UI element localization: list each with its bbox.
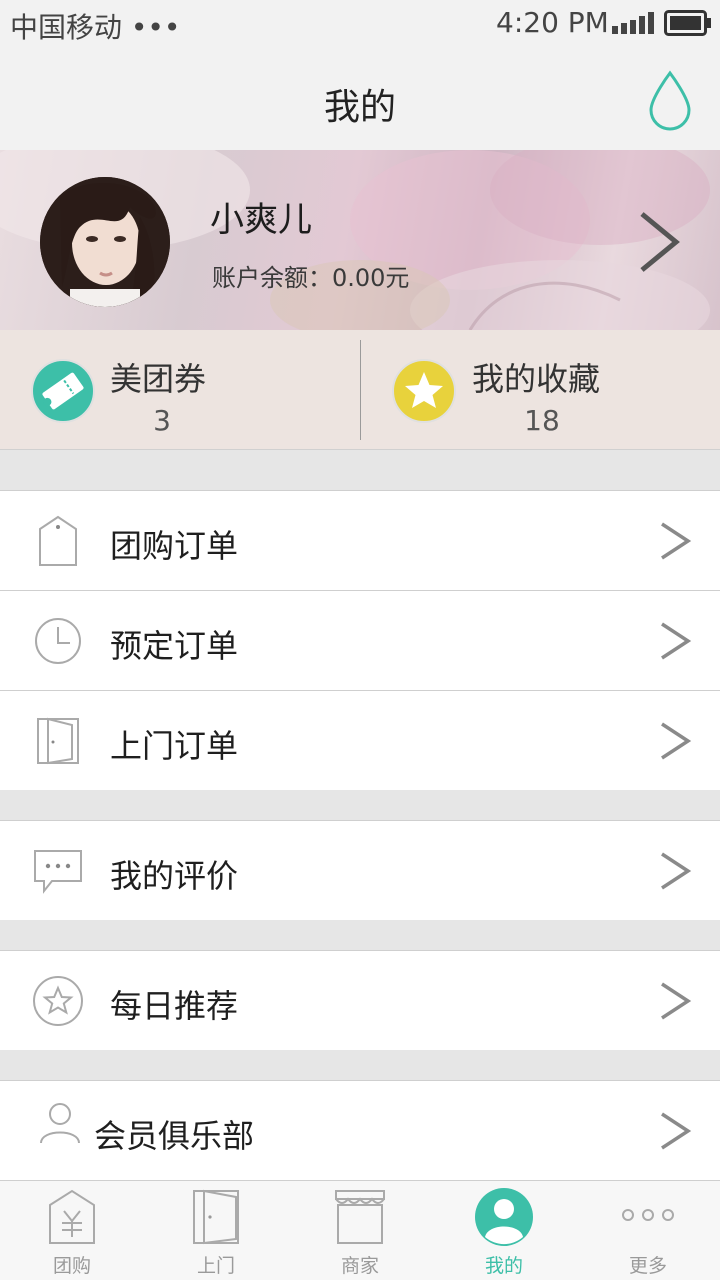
coupon-entry[interactable]: 美团券 3	[0, 330, 360, 450]
avatar-portrait	[40, 177, 170, 307]
row-label: 我的评价	[110, 857, 239, 895]
tab-label: 商家	[340, 1255, 379, 1277]
row-label: 每日推荐	[110, 987, 239, 1025]
ticket-icon	[31, 359, 95, 423]
water-drop-icon[interactable]	[646, 70, 694, 132]
user-name: 小爽儿	[210, 200, 312, 240]
door-icon	[193, 1189, 239, 1245]
row-label: 上门订单	[110, 727, 239, 765]
clock-icon	[35, 618, 81, 664]
chevron-right-icon	[661, 722, 692, 760]
profile-header[interactable]: 小爽儿 账户余额：0.00元	[0, 150, 720, 330]
page-title: 我的	[323, 87, 396, 128]
favorites-entry[interactable]: 我的收藏 18	[361, 330, 720, 450]
account-balance: 账户余额：0.00元	[212, 264, 410, 292]
tag-icon	[39, 515, 77, 566]
comment-icon	[34, 850, 82, 894]
user-icon	[475, 1188, 533, 1246]
tab-label: 上门	[196, 1255, 235, 1277]
chevron-right-icon	[661, 852, 692, 890]
tab-mine[interactable]: 我的	[432, 1181, 576, 1280]
row-label: 预定订单	[110, 627, 239, 665]
chevron-right-icon	[661, 522, 692, 560]
favorites-label: 我的收藏	[472, 360, 601, 398]
tab-group-buy[interactable]: 团购	[0, 1181, 144, 1280]
favorites-count: 18	[524, 404, 560, 437]
coupon-label: 美团券	[110, 360, 207, 398]
menu-row-booking-orders[interactable]: 预定订单	[0, 590, 720, 690]
menu-row-member-club[interactable]: 会员俱乐部	[0, 1080, 720, 1180]
tab-merchants[interactable]: 商家	[288, 1181, 432, 1280]
star-icon	[392, 359, 456, 423]
tab-label: 我的	[484, 1255, 523, 1277]
row-label: 团购订单	[110, 527, 239, 565]
shop-icon	[335, 1190, 385, 1244]
avatar[interactable]	[40, 177, 170, 307]
menu-row-group-orders[interactable]: 团购订单	[0, 490, 720, 590]
signal-icon	[612, 12, 654, 34]
door-icon	[37, 717, 79, 765]
quick-access-bar: 美团券 3 我的收藏 18	[0, 330, 720, 450]
menu-row-my-reviews[interactable]: 我的评价	[0, 820, 720, 920]
navigation-bar: 我的	[0, 48, 720, 150]
tab-more[interactable]: 更多	[576, 1181, 720, 1280]
tab-home-service[interactable]: 上门	[144, 1181, 288, 1280]
yuan-tag-icon	[49, 1189, 95, 1244]
battery-icon	[664, 10, 711, 36]
chevron-right-icon	[661, 622, 692, 660]
menu-row-home-service-orders[interactable]: 上门订单	[0, 690, 720, 790]
carrier-label: 中国移动 •••	[10, 11, 181, 44]
tab-label: 更多	[628, 1255, 667, 1277]
star-outline-icon	[33, 976, 83, 1026]
bottom-tab-bar: 团购 上门 商家 我的 更多	[0, 1180, 720, 1280]
chevron-right-icon	[661, 982, 692, 1020]
more-dots-icon	[622, 1209, 674, 1221]
tab-label: 团购	[52, 1255, 91, 1277]
coupon-count: 3	[153, 404, 171, 437]
chevron-right-icon[interactable]	[636, 210, 682, 274]
person-icon	[40, 1103, 80, 1144]
row-label: 会员俱乐部	[94, 1117, 255, 1155]
status-bar: 中国移动 ••• 4:20 PM	[0, 0, 720, 48]
clock-label: 4:20 PM	[496, 6, 609, 39]
menu-row-daily-picks[interactable]: 每日推荐	[0, 950, 720, 1050]
chevron-right-icon	[661, 1112, 692, 1150]
